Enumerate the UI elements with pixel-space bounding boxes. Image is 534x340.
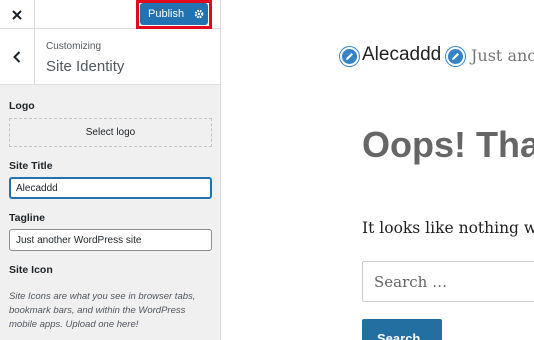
publish-button[interactable]: Publish (140, 3, 208, 25)
publish-label: Publish (148, 8, 185, 20)
close-customizer-button[interactable] (0, 0, 35, 29)
not-found-message: It looks like nothing was found at this … (362, 219, 534, 237)
gear-icon (194, 9, 204, 19)
pencil-icon (452, 53, 459, 60)
publish-settings-button[interactable] (194, 9, 204, 19)
search-button[interactable]: Search (362, 319, 442, 340)
logo-label: Logo (9, 100, 35, 112)
back-button[interactable] (0, 29, 35, 85)
section-title: Site Identity (46, 58, 125, 75)
site-icon-label: Site Icon (9, 264, 53, 276)
site-preview: Alecaddd Just another WordPress site Oop… (222, 0, 534, 340)
pencil-icon (346, 53, 353, 60)
section-header: Customizing Site Identity (0, 29, 220, 85)
select-logo-button[interactable]: Select logo (9, 118, 212, 147)
close-icon (12, 9, 22, 20)
customizer-sidebar: Publish Customizing Site Identity Logo S… (0, 0, 221, 340)
edit-tagline-button[interactable] (446, 47, 465, 66)
customizer-header: Publish (0, 0, 220, 29)
site-tagline: Just another WordPress site (471, 46, 534, 65)
edit-site-title-button[interactable] (340, 47, 359, 66)
site-title-input[interactable]: Alecaddd (9, 177, 212, 199)
tagline-input[interactable]: Just another WordPress site (9, 229, 212, 251)
site-icon-description: Site Icons are what you see in browser t… (9, 291, 196, 330)
tagline-label: Tagline (9, 212, 45, 224)
breadcrumb: Customizing (46, 41, 102, 52)
site-name[interactable]: Alecaddd (362, 44, 441, 66)
search-input[interactable]: Search … (362, 261, 534, 302)
chevron-left-icon (13, 51, 21, 63)
site-title-label: Site Title (9, 160, 53, 172)
page-heading: Oops! That page can't be found. (362, 124, 534, 165)
